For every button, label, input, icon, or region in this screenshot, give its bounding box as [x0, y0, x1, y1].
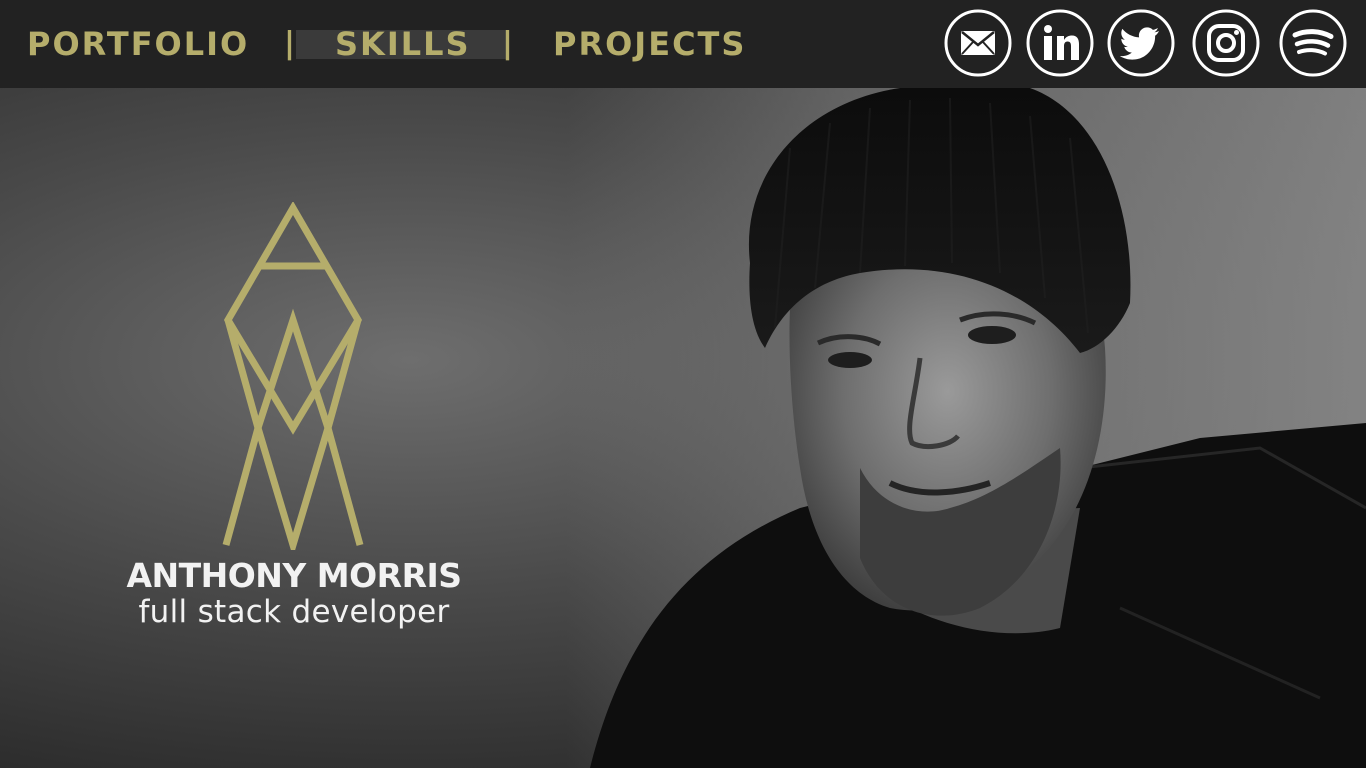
linkedin-social-button[interactable] [1026, 9, 1094, 77]
am-monogram-logo [222, 202, 364, 550]
instagram-icon [1192, 9, 1260, 77]
nav-separator: | [502, 26, 513, 61]
developer-role: full stack developer [138, 594, 450, 630]
top-navigation-bar: PORTFOLIO | SKILLS | PROJECTS [0, 0, 1366, 88]
mail-social-button[interactable] [944, 9, 1012, 77]
spotify-social-button[interactable] [1279, 9, 1347, 77]
developer-name: ANTHONY MORRIS [126, 556, 462, 595]
hero-section: ANTHONY MORRIS full stack developer [0, 88, 1366, 768]
nav-portfolio-link[interactable]: PORTFOLIO [27, 26, 249, 62]
nav-skills-link[interactable]: SKILLS [335, 26, 471, 62]
portrait-photo [590, 88, 1366, 768]
nav-separator: | [284, 26, 295, 61]
twitter-social-button[interactable] [1107, 9, 1175, 77]
nav-projects-link[interactable]: PROJECTS [553, 26, 746, 62]
spotify-icon [1279, 9, 1347, 77]
linkedin-icon [1026, 9, 1094, 77]
instagram-social-button[interactable] [1192, 9, 1260, 77]
twitter-icon [1107, 9, 1175, 77]
mail-icon [944, 9, 1012, 77]
